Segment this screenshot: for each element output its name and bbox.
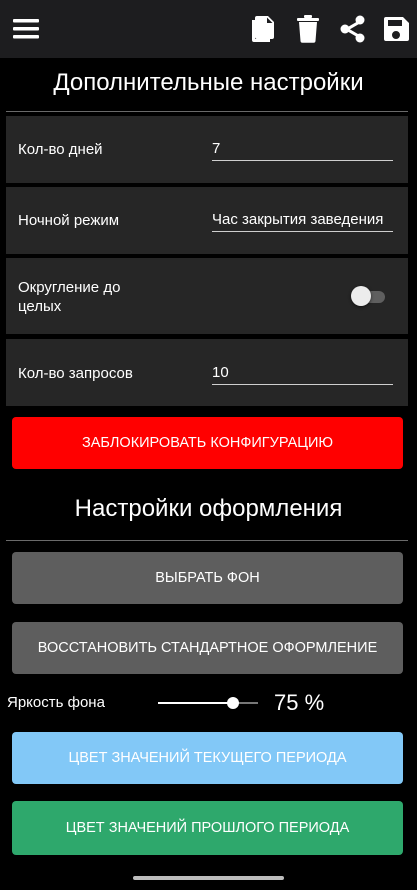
slider-fill <box>158 702 233 704</box>
requests-label: Кол-во запросов <box>18 365 133 382</box>
rounding-row: Округление до целых <box>6 258 408 334</box>
delete-icon[interactable] <box>291 12 325 46</box>
lock-config-button[interactable]: ЗАБЛОКИРОВАТЬ КОНФИГУРАЦИЮ <box>12 417 403 469</box>
current-period-color-button[interactable]: ЦВЕТ ЗНАЧЕНИЙ ТЕКУЩЕГО ПЕРИОДА <box>12 732 403 784</box>
restore-default-button[interactable]: ВОССТАНОВИТЬ СТАНДАРТНОЕ ОФОРМЛЕНИЕ <box>12 622 403 674</box>
menu-icon[interactable] <box>10 12 44 46</box>
previous-period-color-button[interactable]: ЦВЕТ ЗНАЧЕНИЙ ПРОШЛОГО ПЕРИОДА <box>12 801 403 855</box>
days-row: Кол-во дней 7 <box>6 116 408 183</box>
days-label: Кол-во дней <box>18 141 103 158</box>
divider <box>6 540 408 541</box>
days-input[interactable]: 7 <box>212 140 393 161</box>
night-mode-select[interactable]: Час закрытия заведения <box>212 211 393 232</box>
slider-thumb[interactable] <box>227 697 239 709</box>
night-mode-row: Ночной режим Час закрытия заведения <box>6 187 408 254</box>
rounding-toggle[interactable] <box>351 283 387 309</box>
appearance-settings-title: Настройки оформления <box>74 495 343 522</box>
rounding-label-line1: Округление до <box>18 279 121 296</box>
brightness-label: Яркость фона <box>7 694 105 711</box>
choose-background-button[interactable]: ВЫБРАТЬ ФОН <box>12 552 403 604</box>
top-app-bar <box>0 0 417 58</box>
advanced-settings-title: Дополнительные настройки <box>53 69 364 96</box>
gesture-bar <box>133 876 284 880</box>
requests-input[interactable]: 10 <box>212 364 393 385</box>
rounding-label-line2: целых <box>18 298 62 315</box>
share-icon[interactable] <box>336 12 370 46</box>
requests-row: Кол-во запросов 10 <box>6 339 408 406</box>
night-mode-label: Ночной режим <box>18 212 120 229</box>
toggle-thumb <box>351 286 371 306</box>
copy-icon[interactable] <box>246 12 280 46</box>
brightness-slider[interactable] <box>158 690 258 716</box>
divider <box>6 111 408 112</box>
save-icon[interactable] <box>379 12 413 46</box>
brightness-value: 75 % <box>274 690 325 715</box>
